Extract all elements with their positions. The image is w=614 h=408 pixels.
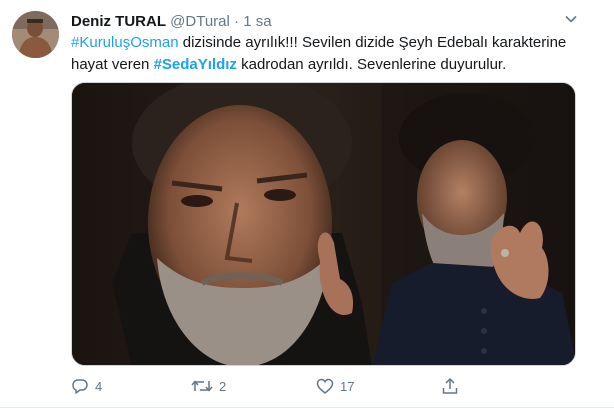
retweet-button[interactable]: 2 xyxy=(191,374,226,398)
author-handle[interactable]: @DTural xyxy=(170,13,230,30)
retweet-icon xyxy=(191,377,213,395)
hashtag-sedayildiz[interactable]: #SedaYıldız xyxy=(154,56,237,73)
tweet-text-part2: kadrodan ayrıldı. Sevenlerine duyurulur. xyxy=(236,56,507,73)
tweet-header: Deniz TURAL @DTural · 1 sa xyxy=(71,12,272,31)
reply-count: 4 xyxy=(95,378,103,394)
tweet-actions: 4 2 17 xyxy=(71,374,571,398)
tweet[interactable]: Deniz TURAL @DTural · 1 sa #KuruluşOsman… xyxy=(0,0,614,408)
reply-icon xyxy=(71,377,89,395)
tweet-text: #KuruluşOsman dizisinde ayrılık!!! Sevil… xyxy=(71,32,591,76)
tweet-media-image[interactable] xyxy=(71,82,576,366)
like-count: 17 xyxy=(340,378,355,394)
reply-button[interactable]: 4 xyxy=(71,374,102,398)
like-button[interactable]: 17 xyxy=(316,374,354,398)
avatar[interactable] xyxy=(12,11,59,58)
tweet-time[interactable]: 1 sa xyxy=(243,13,271,30)
hashtag-kurulusosman[interactable]: #KuruluşOsman xyxy=(71,34,179,51)
share-button[interactable] xyxy=(441,374,459,398)
retweet-count: 2 xyxy=(219,378,227,394)
chevron-down-icon[interactable] xyxy=(564,12,578,26)
author-name[interactable]: Deniz TURAL xyxy=(71,13,166,30)
share-icon xyxy=(441,377,459,395)
meta-separator: · xyxy=(234,13,240,30)
heart-icon xyxy=(316,377,334,395)
